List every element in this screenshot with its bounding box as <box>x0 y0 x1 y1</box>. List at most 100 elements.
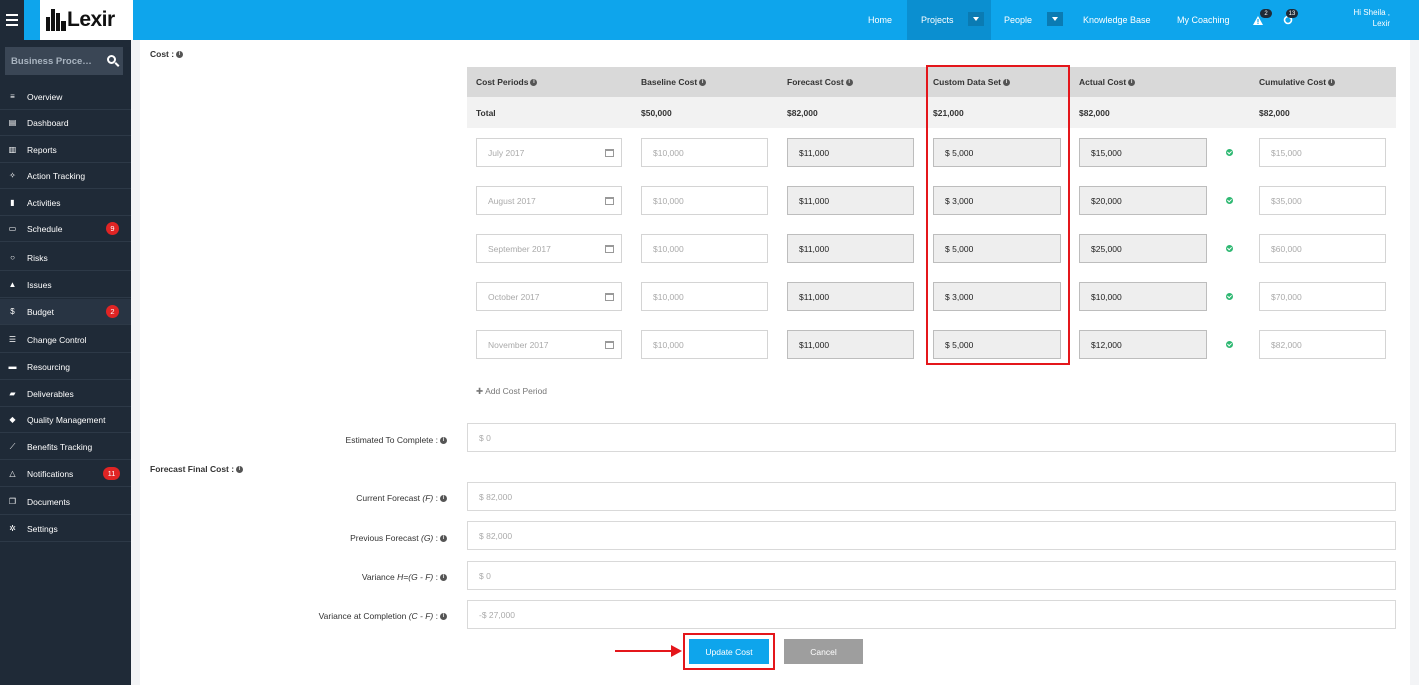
sidebar-item-overview[interactable]: ≡ Overview <box>0 84 131 110</box>
vac-input[interactable]: -$ 27,000 <box>467 600 1396 629</box>
info-icon[interactable]: i <box>236 466 244 474</box>
cancel-button[interactable]: Cancel <box>784 639 863 664</box>
projects-dropdown-icon[interactable] <box>968 12 984 26</box>
custom-value: $ 5,000 <box>945 339 974 350</box>
nav-my-coaching[interactable]: My Coaching <box>1177 0 1230 40</box>
sidebar-item-label: Budget <box>27 306 54 317</box>
period-input[interactable]: July 2017 <box>476 138 622 167</box>
header-forecast-cost: Forecast Cost i <box>787 67 853 97</box>
actual-input[interactable]: $20,000 <box>1079 186 1207 215</box>
sidebar-item-change-control[interactable]: ☰ Change Control <box>0 327 131 353</box>
nav-home[interactable]: Home <box>868 0 892 40</box>
user-menu[interactable]: Hi Sheila , Lexir <box>1340 7 1390 29</box>
tasks-button[interactable]: 13 <box>1283 0 1298 40</box>
people-dropdown-icon[interactable] <box>1047 12 1063 26</box>
info-icon[interactable]: i <box>845 78 853 86</box>
sidebar-item-quality-management[interactable]: ◆ Quality Management <box>0 407 131 433</box>
previous-forecast-input[interactable]: $ 82,000 <box>467 521 1396 550</box>
info-icon[interactable]: i <box>1128 78 1136 86</box>
sidebar-item-documents[interactable]: ❐ Documents <box>0 489 131 515</box>
info-icon[interactable]: i <box>440 437 447 445</box>
period-input[interactable]: August 2017 <box>476 186 622 215</box>
forecast-input[interactable]: $11,000 <box>787 138 914 167</box>
sidebar-item-risks[interactable]: ○ Risks <box>0 245 131 271</box>
forecast-input[interactable]: $11,000 <box>787 186 914 215</box>
info-icon[interactable]: i <box>440 613 447 621</box>
sidebar-item-activities[interactable]: ▮ Activities <box>0 190 131 216</box>
sidebar-item-settings[interactable]: ✲ Settings <box>0 516 131 542</box>
custom-input[interactable]: $ 5,000 <box>933 138 1061 167</box>
period-input[interactable]: October 2017 <box>476 282 622 311</box>
sidebar-item-action-tracking[interactable]: ✧ Action Tracking <box>0 163 131 189</box>
forecast-final-cost-label: Forecast Final Cost :i <box>150 464 244 474</box>
alerts-button[interactable]: 2 <box>1253 0 1272 40</box>
info-icon[interactable]: i <box>1328 78 1336 86</box>
calendar-icon[interactable] <box>605 341 614 349</box>
search-icon[interactable] <box>107 55 116 64</box>
actual-input[interactable]: $15,000 <box>1079 138 1207 167</box>
add-cost-period-link[interactable]: ✚ Add Cost Period <box>476 386 547 397</box>
sidebar-item-label: Dashboard <box>27 117 69 128</box>
info-icon[interactable]: i <box>699 78 707 86</box>
custom-input[interactable]: $ 3,000 <box>933 282 1061 311</box>
project-search[interactable]: Business Process... <box>5 47 123 75</box>
sidebar-item-resourcing[interactable]: ▬ Resourcing <box>0 354 131 380</box>
sidebar-item-label: Reports <box>27 144 57 155</box>
logo[interactable]: Lexir <box>40 0 133 40</box>
baseline-input[interactable]: $10,000 <box>641 186 768 215</box>
sidebar-item-notifications[interactable]: △ Notifications 11 <box>0 461 131 487</box>
baseline-input[interactable]: $10,000 <box>641 282 768 311</box>
project-search-input[interactable]: Business Process... <box>5 56 97 67</box>
sidebar-item-budget[interactable]: $ Budget 2 <box>0 299 131 325</box>
sidebar-item-dashboard[interactable]: ▤ Dashboard <box>0 110 131 136</box>
cumulative-input[interactable]: $60,000 <box>1259 234 1386 263</box>
cumulative-input[interactable]: $82,000 <box>1259 330 1386 359</box>
forecast-input[interactable]: $11,000 <box>787 234 914 263</box>
calendar-icon[interactable] <box>605 293 614 301</box>
variance-input[interactable]: $ 0 <box>467 561 1396 590</box>
actual-input[interactable]: $25,000 <box>1079 234 1207 263</box>
cumulative-input[interactable]: $35,000 <box>1259 186 1386 215</box>
dollar-icon: $ <box>10 307 15 316</box>
info-icon[interactable]: i <box>440 535 447 543</box>
period-input[interactable]: September 2017 <box>476 234 622 263</box>
info-icon[interactable]: i <box>440 574 447 582</box>
update-cost-button[interactable]: Update Cost <box>689 639 769 664</box>
actual-value: $25,000 <box>1091 243 1122 254</box>
custom-input[interactable]: $ 3,000 <box>933 186 1061 215</box>
sidebar-item-reports[interactable]: ▥ Reports <box>0 137 131 163</box>
info-icon[interactable]: i <box>530 78 538 86</box>
forecast-input[interactable]: $11,000 <box>787 330 914 359</box>
calendar-icon[interactable] <box>605 245 614 253</box>
truck-icon: ▰ <box>9 389 16 398</box>
period-input[interactable]: November 2017 <box>476 330 622 359</box>
nav-knowledge-base[interactable]: Knowledge Base <box>1083 0 1151 40</box>
info-icon[interactable]: i <box>176 51 184 59</box>
actual-input[interactable]: $10,000 <box>1079 282 1207 311</box>
cumulative-input[interactable]: $15,000 <box>1259 138 1386 167</box>
cumulative-value: $60,000 <box>1271 243 1302 254</box>
actual-input[interactable]: $12,000 <box>1079 330 1207 359</box>
current-forecast-input[interactable]: $ 82,000 <box>467 482 1396 511</box>
baseline-input[interactable]: $10,000 <box>641 330 768 359</box>
sidebar-item-issues[interactable]: ▲ Issues <box>0 272 131 298</box>
custom-input[interactable]: $ 5,000 <box>933 330 1061 359</box>
info-icon[interactable]: i <box>1003 78 1011 86</box>
nav-projects[interactable]: Projects <box>907 0 991 40</box>
sidebar-item-benefits-tracking[interactable]: ⟋ Benefits Tracking <box>0 434 131 460</box>
info-icon[interactable]: i <box>440 495 447 503</box>
sidebar-item-label: Risks <box>27 252 48 263</box>
nav-people[interactable]: People <box>1004 0 1066 40</box>
forecast-input[interactable]: $11,000 <box>787 282 914 311</box>
hamburger-menu-icon[interactable] <box>0 0 24 40</box>
baseline-input[interactable]: $10,000 <box>641 138 768 167</box>
scrollbar[interactable] <box>1410 40 1419 685</box>
baseline-input[interactable]: $10,000 <box>641 234 768 263</box>
sidebar-item-deliverables[interactable]: ▰ Deliverables <box>0 381 131 407</box>
cumulative-input[interactable]: $70,000 <box>1259 282 1386 311</box>
calendar-icon[interactable] <box>605 149 614 157</box>
custom-input[interactable]: $ 5,000 <box>933 234 1061 263</box>
sidebar-item-schedule[interactable]: ▭ Schedule 9 <box>0 216 131 242</box>
etc-input[interactable]: $ 0 <box>467 423 1396 452</box>
calendar-icon[interactable] <box>605 197 614 205</box>
